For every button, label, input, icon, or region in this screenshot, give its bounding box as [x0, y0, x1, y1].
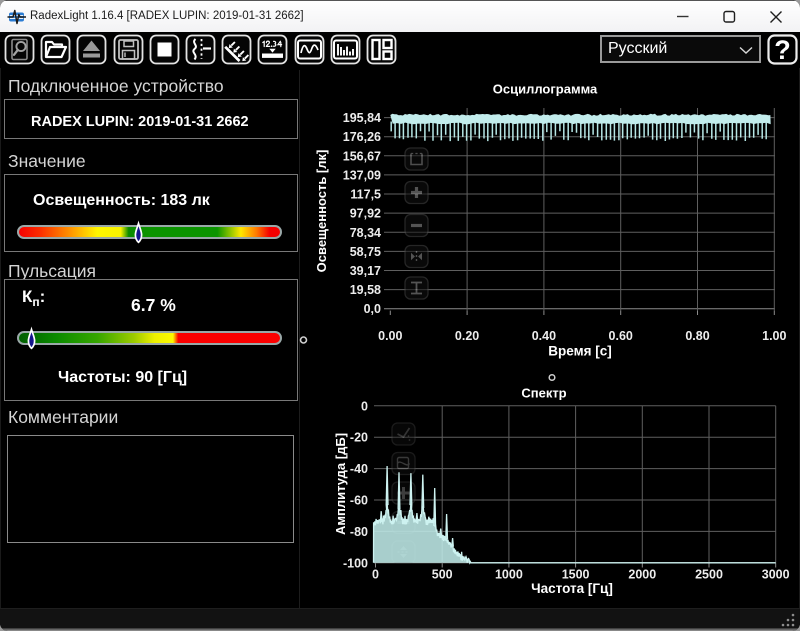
svg-text:Частота [Гц]: Частота [Гц]	[531, 581, 613, 596]
svg-text:0.60: 0.60	[609, 329, 633, 343]
svg-text:Осциллограмма: Осциллограмма	[493, 82, 598, 97]
svg-text:1500: 1500	[562, 568, 590, 582]
svg-text:0.80: 0.80	[685, 329, 709, 343]
svg-text:19,58: 19,58	[350, 283, 381, 297]
svg-text:137,09: 137,09	[343, 168, 381, 182]
svg-text:0: 0	[372, 568, 379, 582]
svg-text:97,92: 97,92	[350, 207, 381, 221]
svg-text:-60: -60	[350, 494, 368, 508]
svg-text:1000: 1000	[495, 568, 523, 582]
svg-text:0: 0	[361, 399, 368, 413]
svg-text:117,5: 117,5	[350, 188, 381, 202]
svg-text:195,84: 195,84	[343, 111, 381, 125]
svg-text:0,0: 0,0	[364, 302, 381, 316]
svg-text:3000: 3000	[762, 568, 790, 582]
svg-text:Освещенность [лк]: Освещенность [лк]	[314, 150, 329, 273]
svg-text:78,34: 78,34	[350, 226, 381, 240]
svg-text:-80: -80	[350, 525, 368, 539]
svg-text:176,26: 176,26	[343, 130, 381, 144]
svg-text:-40: -40	[350, 462, 368, 476]
svg-text:2000: 2000	[628, 568, 656, 582]
svg-text:500: 500	[432, 568, 453, 582]
svg-text:0.00: 0.00	[378, 329, 402, 343]
svg-text:156,67: 156,67	[343, 149, 381, 163]
svg-text:0.20: 0.20	[455, 329, 479, 343]
svg-text:2500: 2500	[695, 568, 723, 582]
svg-text:39,17: 39,17	[350, 264, 381, 278]
svg-text:Амплитуда [дБ]: Амплитуда [дБ]	[333, 433, 348, 535]
svg-text:-100: -100	[343, 556, 368, 570]
svg-text:1.00: 1.00	[762, 329, 786, 343]
svg-text:0.40: 0.40	[532, 329, 556, 343]
svg-text:Время [с]: Время [с]	[548, 344, 611, 359]
svg-text:Спектр: Спектр	[521, 386, 566, 401]
svg-text:-20: -20	[350, 431, 368, 445]
svg-text:58,75: 58,75	[350, 245, 381, 259]
